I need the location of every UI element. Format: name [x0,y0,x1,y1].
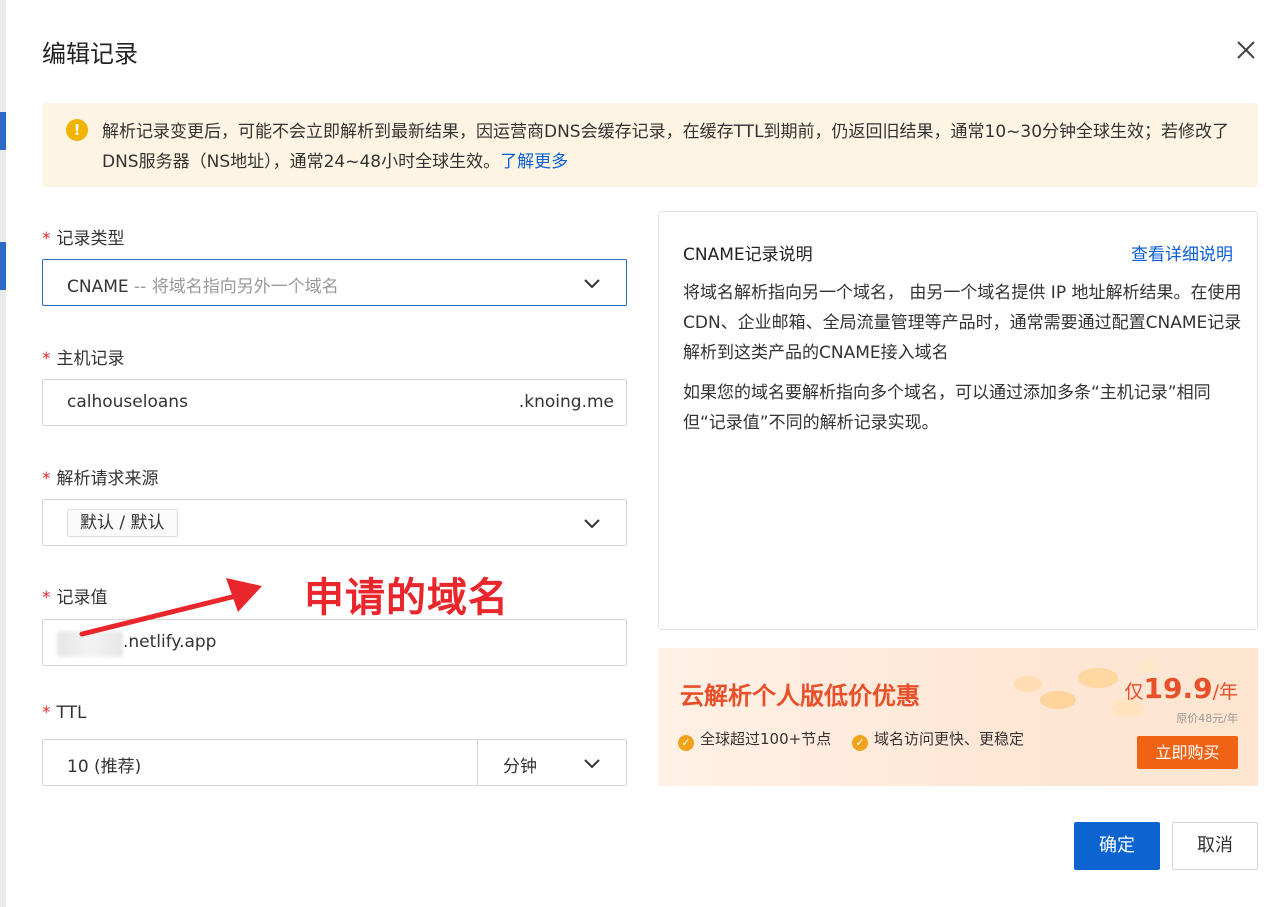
host-record-value: calhouseloans [67,392,188,412]
record-type-label-text: 记录类型 [56,229,125,249]
chevron-down-icon[interactable] [582,754,602,774]
ttl-value-input[interactable]: 10 (推荐) [67,752,141,777]
promo-feature: ✓ 域名访问更快、更稳定 [852,728,1024,751]
chevron-down-icon [584,519,600,529]
ttl-label: * TTL [42,703,86,723]
price-prefix: 仅 [1124,681,1144,703]
ttl-divider [477,740,478,785]
promo-title: 云解析个人版低价优惠 [680,682,920,710]
cname-info-panel: CNAME记录说明 查看详细说明 将域名解析指向另一个域名， 由另一个域名提供 … [658,211,1258,630]
request-source-label: * 解析请求来源 [42,464,159,489]
record-type-hint: -- 将域名指向另外一个域名 [128,277,339,297]
required-mark: * [42,588,51,608]
record-type-label: * 记录类型 [42,224,125,249]
original-price: 原价48元/年 [1176,712,1238,725]
notice-banner: ! 解析记录变更后，可能不会立即解析到最新结果，因运营商DNS会缓存记录，在缓存… [42,103,1258,187]
ttl-field: 10 (推荐) 分钟 [42,739,627,786]
info-paragraph: 如果您的域名要解析指向多个域名，可以通过添加多条“主机记录”相同但“记录值”不同… [683,383,1211,433]
info-paragraph: 将域名解析指向另一个域名， 由另一个域名提供 IP 地址解析结果。在使用CDN、… [683,283,1242,363]
annotation-label: 申请的域名 [304,575,509,621]
source-tag: 默认 / 默认 [67,509,178,537]
promo-price: 仅19.9/年 [1124,672,1238,705]
promo-banner[interactable]: 云解析个人版低价优惠 仅19.9/年 原价48元/年 ✓ 全球超过100+节点 ✓… [658,648,1258,786]
required-mark: * [42,229,51,249]
record-type-value: CNAME -- 将域名指向另外一个域名 [67,272,339,297]
notice-text: 解析记录变更后，可能不会立即解析到最新结果，因运营商DNS会缓存记录，在缓存TT… [102,117,1232,177]
dialog-title: 编辑记录 [42,40,138,68]
price-value: 19.9 [1143,672,1213,705]
host-record-label-text: 主机记录 [56,349,125,369]
required-mark: * [42,349,51,369]
cancel-button[interactable]: 取消 [1172,822,1258,870]
feature-text: 域名访问更快、更稳定 [874,730,1025,748]
check-icon: ✓ [678,735,694,751]
check-icon: ✓ [852,735,868,751]
price-unit: /年 [1212,681,1238,703]
record-type-select[interactable]: CNAME -- 将域名指向另外一个域名 [42,259,627,306]
ttl-unit-select[interactable]: 分钟 [503,752,537,777]
annotation-arrow [79,578,262,637]
host-record-input[interactable]: calhouseloans .knoing.me [42,379,627,426]
request-source-label-text: 解析请求来源 [56,469,159,489]
promo-feature: ✓ 全球超过100+节点 [678,728,831,751]
buy-now-button[interactable]: 立即购买 [1137,736,1238,769]
ttl-label-text: TTL [56,703,87,723]
edit-record-dialog: 编辑记录 ! 解析记录变更后，可能不会立即解析到最新结果，因运营商DNS会缓存记… [6,0,1288,907]
warning-icon: ! [66,119,88,141]
close-icon[interactable] [1232,36,1260,64]
view-details-link[interactable]: 查看详细说明 [1131,240,1233,265]
feature-text: 全球超过100+节点 [700,730,832,748]
required-mark: * [42,703,51,723]
confirm-button[interactable]: 确定 [1074,822,1160,870]
chevron-down-icon [584,279,600,289]
domain-suffix: .knoing.me [518,392,614,412]
request-source-select[interactable]: 默认 / 默认 [42,499,627,546]
learn-more-link[interactable]: 了解更多 [500,152,568,172]
required-mark: * [42,469,51,489]
host-record-label: * 主机记录 [42,344,125,369]
info-title: CNAME记录说明 [683,245,813,265]
record-type-selected: CNAME [67,277,129,297]
notice-message: 解析记录变更后，可能不会立即解析到最新结果，因运营商DNS会缓存记录，在缓存TT… [102,122,1230,172]
